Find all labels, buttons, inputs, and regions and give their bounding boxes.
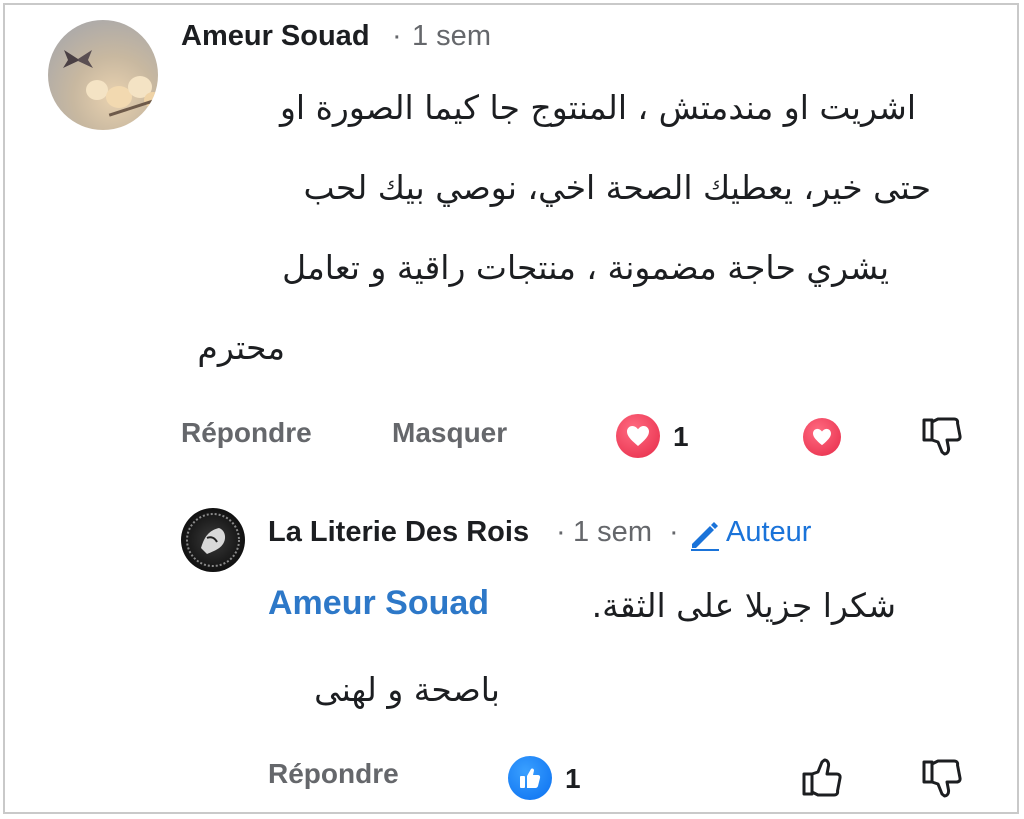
comment-text-line-4: محترم xyxy=(197,328,285,367)
comment-time[interactable]: 1 sem xyxy=(412,20,491,53)
author-badge: Auteur xyxy=(726,516,812,548)
pencil-icon xyxy=(688,518,722,552)
reply-reply-button[interactable]: Répondre xyxy=(268,758,399,790)
love-react-button[interactable] xyxy=(803,418,841,456)
reply-dislike-icon[interactable] xyxy=(920,756,964,800)
dislike-icon[interactable] xyxy=(920,414,964,458)
mention-link[interactable]: Ameur Souad xyxy=(268,584,489,623)
reply-separator-1: · xyxy=(556,516,566,548)
love-reaction-icon[interactable] xyxy=(616,414,660,458)
comment-text-line-2: حتى خير، يعطيك الصحة اخي، نوصي بيك لحب xyxy=(303,168,931,207)
reply-button[interactable]: Répondre xyxy=(181,417,312,449)
like-reaction-icon[interactable] xyxy=(508,756,552,800)
reply-time[interactable]: 1 sem xyxy=(573,516,652,549)
reply-text-line-1: شكرا جزيلا على الثقة. xyxy=(591,586,896,625)
reply-separator-2: · xyxy=(669,516,679,548)
comment-text-line-3: يشري حاجة مضمونة ، منتجات راقية و تعامل xyxy=(282,248,889,287)
hide-button[interactable]: Masquer xyxy=(392,417,507,449)
like-icon[interactable] xyxy=(800,756,844,800)
reply-avatar[interactable] xyxy=(181,508,245,572)
comment-author[interactable]: Ameur Souad xyxy=(181,20,370,53)
like-count[interactable]: 1 xyxy=(565,763,581,795)
comment-text-line-1: اشريت او مندمتش ، المنتوج جا كيما الصورة… xyxy=(280,88,916,127)
butterfly-icon xyxy=(63,50,93,68)
comment-separator: · xyxy=(392,20,402,52)
reply-text-line-2: باصحة و لهنى xyxy=(314,670,500,709)
reaction-count[interactable]: 1 xyxy=(673,421,689,453)
avatar[interactable] xyxy=(48,20,158,130)
reply-author[interactable]: La Literie Des Rois xyxy=(268,516,529,549)
